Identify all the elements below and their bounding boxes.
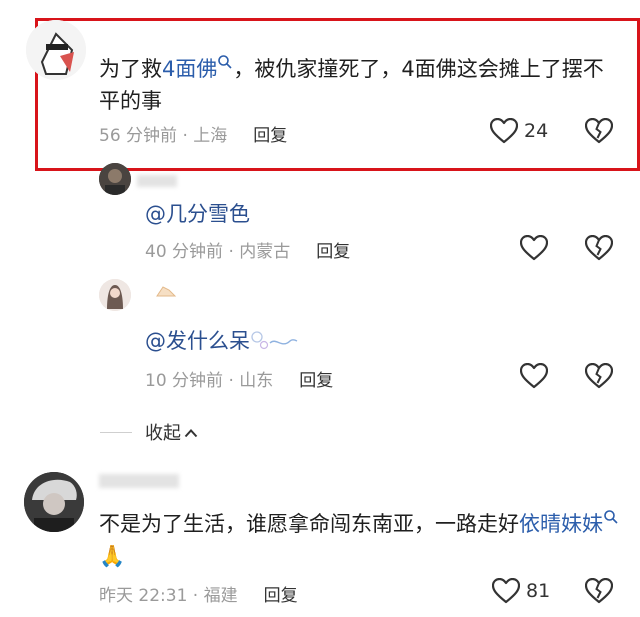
broken-heart-icon <box>584 362 614 389</box>
like-count: 24 <box>524 120 549 142</box>
collapse-label: 收起 <box>145 423 181 444</box>
comment-text: 为了救4面佛 ，被仇家撞死了，4面佛这会摊上了摆不平的事 <box>99 53 619 117</box>
reply-text: @几分雪色 <box>145 202 250 226</box>
heart-icon <box>489 117 519 144</box>
heart-icon <box>519 362 549 389</box>
heart-icon <box>519 234 549 261</box>
reply-button[interactable]: 回复 <box>253 126 287 146</box>
like-button[interactable] <box>519 234 549 265</box>
avatar[interactable] <box>24 472 84 532</box>
like-button[interactable] <box>489 117 519 148</box>
broken-heart-icon <box>584 577 614 604</box>
avatar[interactable] <box>99 279 131 311</box>
search-icon[interactable] <box>603 510 619 536</box>
comment-time: 56 分钟前 · 上海 <box>99 126 228 146</box>
like-button[interactable] <box>519 362 549 393</box>
reply-button[interactable]: 回复 <box>264 586 298 606</box>
reply-time: 40 分钟前 · 内蒙古 <box>145 242 291 262</box>
like-button[interactable] <box>491 577 521 608</box>
comment-text: 不是为了生活，谁愿拿命闯东南亚，一路走好依晴妹妹 🙏 <box>99 508 619 572</box>
heart-icon <box>491 577 521 604</box>
reply-meta: 40 分钟前 · 内蒙古 回复 <box>145 237 350 262</box>
reply-button[interactable]: 回复 <box>299 371 333 391</box>
comment-text-body: 不是为了生活，谁愿拿命闯东南亚，一路走好 <box>99 512 519 536</box>
bubbles-icon <box>250 329 298 353</box>
dislike-button[interactable] <box>584 234 614 265</box>
username-blurred <box>137 175 177 187</box>
reply-text: @发什么呆 <box>145 327 298 355</box>
avatar[interactable] <box>26 20 86 80</box>
reply-time: 10 分钟前 · 山东 <box>145 371 274 391</box>
mention-link[interactable]: 4面佛 <box>162 57 217 81</box>
dislike-button[interactable] <box>584 362 614 393</box>
broken-heart-icon <box>584 117 614 144</box>
comment-meta: 56 分钟前 · 上海 回复 <box>99 121 287 146</box>
comment-time: 昨天 22:31 · 福建 <box>99 586 238 606</box>
collapse-divider <box>100 432 132 433</box>
reply-mention: @发什么呆 <box>145 329 250 353</box>
dislike-button[interactable] <box>584 117 614 148</box>
dislike-button[interactable] <box>584 577 614 608</box>
collapse-button[interactable]: 收起 <box>145 419 198 445</box>
comment-meta: 昨天 22:31 · 福建 回复 <box>99 581 298 606</box>
username-decoration <box>155 283 177 302</box>
avatar[interactable] <box>99 163 131 195</box>
mention-link[interactable]: 依晴妹妹 <box>519 512 603 536</box>
username-blurred <box>99 474 179 488</box>
chevron-up-icon <box>181 423 198 444</box>
like-count: 81 <box>526 580 551 602</box>
prayer-emoji: 🙏 <box>99 544 126 568</box>
search-icon[interactable] <box>217 55 233 81</box>
comment-text-prefix: 为了救 <box>99 57 162 81</box>
broken-heart-icon <box>584 234 614 261</box>
reply-button[interactable]: 回复 <box>316 242 350 262</box>
reply-meta: 10 分钟前 · 山东 回复 <box>145 366 333 391</box>
